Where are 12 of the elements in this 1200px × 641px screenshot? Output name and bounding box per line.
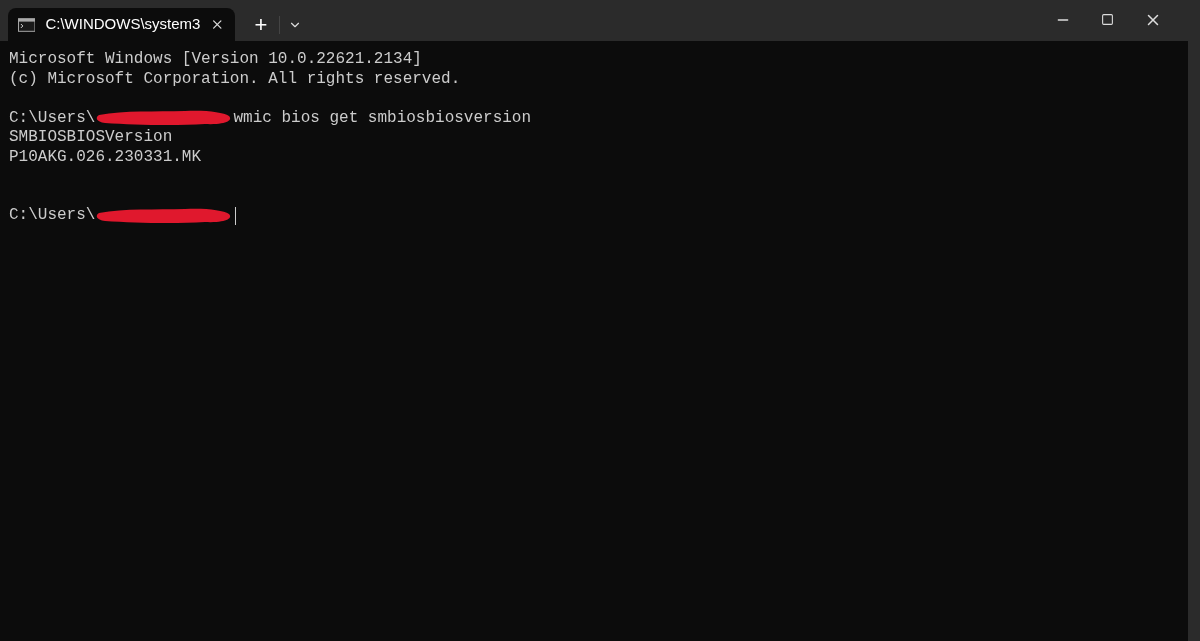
prompt-path: C:\Users\ (9, 206, 96, 226)
new-tab-button[interactable]: + (247, 10, 275, 39)
terminal-icon (18, 17, 36, 32)
output-line: (c) Microsoft Corporation. All rights reserved. (9, 69, 461, 89)
output-line: SMBIOSBIOSVersion (9, 128, 173, 148)
maximize-icon[interactable] (1101, 13, 1114, 26)
output-line: P10AKG.026.230331.MK (9, 147, 202, 167)
command-text: wmic bios get smbiosbiosversion (233, 108, 532, 128)
prompt-path: C:\Users\ (9, 108, 96, 128)
output-line: Microsoft Windows [Version 10.0.22621.2134] (9, 50, 422, 70)
tab-title: C:\WINDOWS\system3 (45, 14, 201, 35)
terminal-tab[interactable]: C:\WINDOWS\system3 (8, 8, 235, 41)
